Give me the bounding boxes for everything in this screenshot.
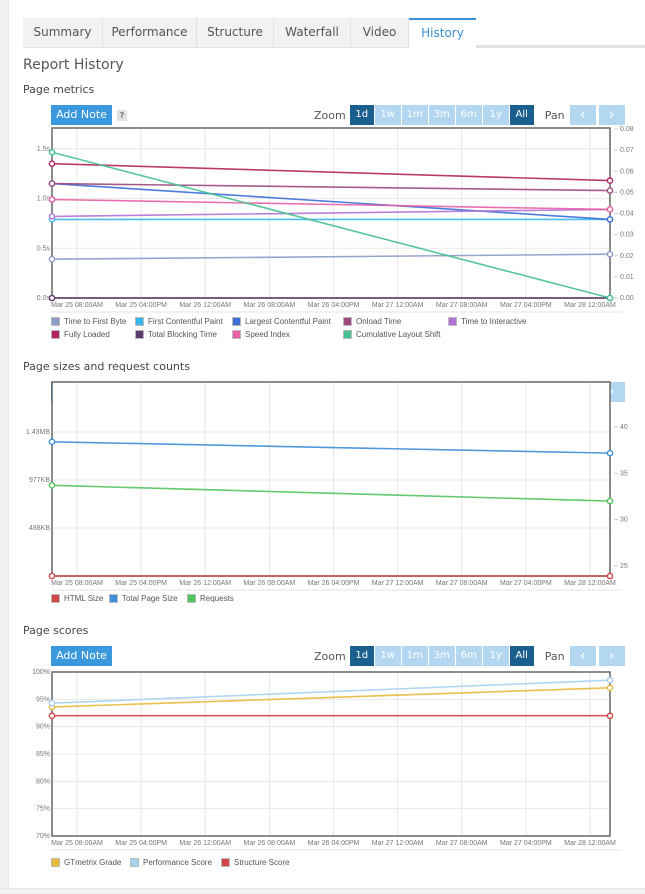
legend-label: First Contentful Paint bbox=[148, 317, 223, 326]
legend-swatch bbox=[130, 858, 139, 867]
legend-swatch bbox=[135, 330, 144, 339]
legend-label: Time to First Byte bbox=[64, 317, 127, 326]
page-scores-chart: Mar 25 08:00AM Mar 25 04:00PM Mar 26 12:00… bbox=[32, 669, 622, 851]
legend-label: Requests bbox=[200, 594, 234, 603]
x-tick-label: Mar 26 12:00AM bbox=[179, 840, 231, 847]
legend-item[interactable]: Total Blocking Time bbox=[135, 330, 217, 339]
legend-swatch bbox=[448, 317, 457, 326]
legend-item[interactable]: Largest Contentful Paint bbox=[232, 317, 331, 326]
legend-label: Time to Interactive bbox=[461, 317, 527, 326]
legend-swatch bbox=[232, 330, 241, 339]
legend-label: HTML Size bbox=[64, 594, 104, 603]
legend-item[interactable]: Requests bbox=[187, 594, 234, 603]
legend-label: Onload Time bbox=[356, 317, 402, 326]
x-tick-label: Mar 25 08:00AM bbox=[51, 840, 103, 847]
x-tick-label: Mar 26 04:00PM bbox=[308, 840, 360, 847]
legend-swatch bbox=[51, 330, 60, 339]
legend-item[interactable]: Time to First Byte bbox=[51, 317, 126, 326]
legend-label: Cumulative Layout Shift bbox=[356, 330, 441, 339]
data-point[interactable] bbox=[48, 699, 56, 707]
legend-item[interactable]: Total Page Size bbox=[109, 594, 178, 603]
legend-label: Fully Loaded bbox=[64, 330, 110, 339]
legend-swatch bbox=[187, 594, 196, 603]
bottom-bar bbox=[0, 888, 645, 894]
legend-swatch bbox=[51, 858, 60, 867]
legend-swatch bbox=[51, 317, 60, 326]
legend-label: Total Blocking Time bbox=[148, 330, 217, 339]
legend-item[interactable]: Performance Score bbox=[130, 858, 212, 867]
legend-item[interactable]: Onload Time bbox=[343, 317, 401, 326]
x-tick-label: Mar 26 08:00AM bbox=[244, 840, 296, 847]
data-point[interactable] bbox=[606, 712, 614, 720]
data-point[interactable] bbox=[606, 684, 614, 692]
legend-item[interactable]: Fully Loaded bbox=[51, 330, 110, 339]
legend-label: GTmetrix Grade bbox=[64, 858, 122, 867]
y-tick-label: 75% bbox=[36, 806, 50, 813]
legend-label: Structure Score bbox=[234, 858, 290, 867]
legend-swatch bbox=[135, 317, 144, 326]
legend-label: Speed Index bbox=[245, 330, 290, 339]
y-tick-label: 85% bbox=[36, 751, 50, 758]
legend-swatch bbox=[343, 330, 352, 339]
legend-swatch bbox=[343, 317, 352, 326]
legend-item[interactable]: GTmetrix Grade bbox=[51, 858, 121, 867]
y-tick-label: 70% bbox=[36, 833, 50, 840]
legend-item[interactable]: Time to Interactive bbox=[448, 317, 527, 326]
legend-swatch bbox=[51, 594, 60, 603]
y-tick-label: 80% bbox=[36, 778, 50, 785]
legend-item[interactable]: HTML Size bbox=[51, 594, 103, 603]
y-tick-label: 95% bbox=[36, 696, 50, 703]
x-tick-label: Mar 28 12:00AM bbox=[564, 840, 616, 847]
x-tick-label: Mar 27 04:00PM bbox=[500, 840, 552, 847]
legend-item[interactable]: Structure Score bbox=[221, 858, 290, 867]
x-tick-label: Mar 25 04:00PM bbox=[115, 840, 167, 847]
legend-label: Total Page Size bbox=[122, 594, 178, 603]
data-point[interactable] bbox=[606, 676, 614, 684]
legend-item[interactable]: First Contentful Paint bbox=[135, 317, 223, 326]
legend-item[interactable]: Speed Index bbox=[232, 330, 290, 339]
legend-swatch bbox=[221, 858, 230, 867]
legend-item[interactable]: Cumulative Layout Shift bbox=[343, 330, 441, 339]
y-tick-label: 90% bbox=[36, 724, 50, 731]
legend-label: Largest Contentful Paint bbox=[245, 317, 331, 326]
y-tick-label: 100% bbox=[32, 669, 50, 676]
x-tick-label: Mar 27 12:00AM bbox=[372, 840, 424, 847]
legend-swatch bbox=[109, 594, 118, 603]
data-point[interactable] bbox=[48, 712, 56, 720]
legend-swatch bbox=[232, 317, 241, 326]
legend-label: Performance Score bbox=[143, 858, 212, 867]
x-tick-label: Mar 27 08:00AM bbox=[436, 840, 488, 847]
